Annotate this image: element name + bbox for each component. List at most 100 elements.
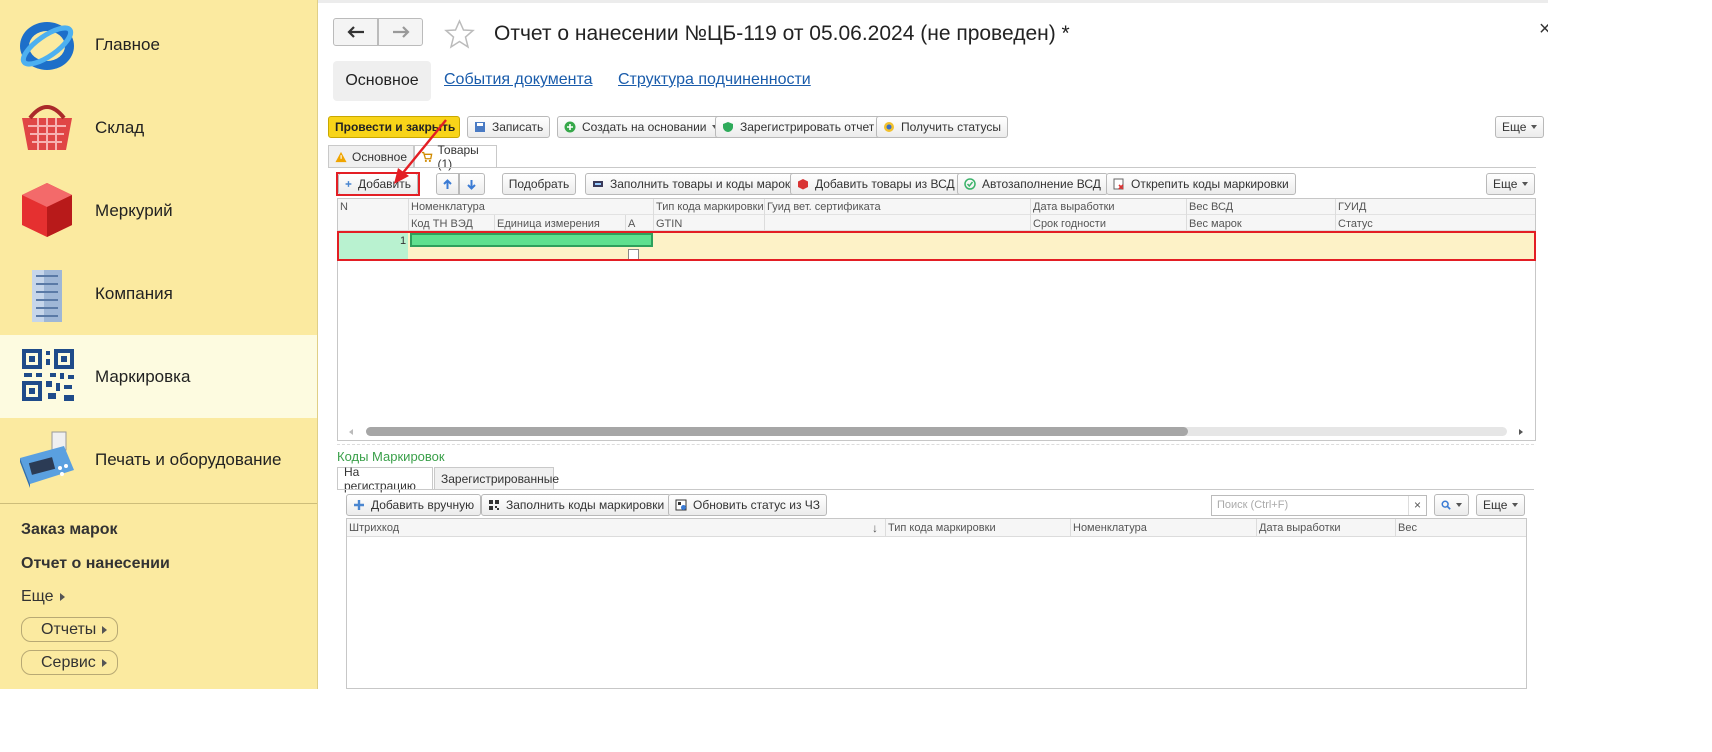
col-header-gtin[interactable]: GTIN — [656, 218, 682, 230]
add-vsd-label: Добавить товары из ВСД — [815, 177, 955, 191]
move-down-button[interactable] — [459, 173, 485, 195]
column-divider — [1395, 519, 1396, 537]
column-divider — [1256, 519, 1257, 537]
plus-icon — [354, 500, 364, 510]
col-header-code-type[interactable]: Тип кода маркировки — [888, 522, 996, 534]
sidebar-item-label: Главное — [95, 34, 160, 54]
cube-icon — [22, 183, 72, 237]
col-header-weight[interactable]: Вес — [1398, 522, 1417, 534]
col-header-unit[interactable]: Единица измерения — [497, 218, 600, 230]
plus-circle-icon — [564, 121, 576, 133]
autofill-vsd-button[interactable]: Автозаполнение ВСД — [957, 173, 1108, 195]
sidebar-divider — [0, 503, 317, 504]
col-header-nomenclature[interactable]: Номенклатура — [411, 201, 485, 213]
arrow-right-icon — [392, 26, 410, 38]
scroll-left-icon[interactable] — [347, 428, 355, 436]
chevron-down-icon — [1531, 125, 1538, 129]
update-status-button[interactable]: Обновить статус из ЧЗ — [668, 494, 828, 516]
col-header-code-type[interactable]: Тип кода маркировки — [656, 201, 764, 213]
goods-more-button[interactable]: Еще — [1486, 173, 1536, 195]
codes-section-title: Коды Маркировок — [337, 449, 445, 464]
search-button[interactable] — [1434, 494, 1469, 516]
detach-codes-label: Открепить коды маркировки — [1131, 177, 1289, 191]
fill-goods-button[interactable]: Заполнить товары и коды марок — [585, 173, 798, 195]
floppy-icon — [475, 122, 485, 132]
col-header-a[interactable]: А — [628, 218, 635, 230]
sidebar-reports-label: Отчеты — [41, 621, 97, 638]
arrow-down-icon — [467, 179, 476, 190]
get-statuses-button[interactable]: Получить статусы — [876, 116, 1008, 138]
sidebar-reports-button[interactable]: Отчеты — [21, 617, 118, 642]
column-divider — [885, 519, 886, 537]
back-button[interactable] — [333, 18, 378, 46]
col-header-marks-weight[interactable]: Вес марок — [1189, 218, 1242, 230]
sidebar-link-application-report[interactable]: Отчет о нанесении — [21, 555, 170, 573]
tab-main[interactable]: Основное — [333, 61, 431, 101]
goods-more-label: Еще — [1493, 177, 1518, 191]
tab-registered[interactable]: Зарегистрированные — [434, 467, 559, 490]
detach-codes-button[interactable]: Открепить коды маркировки — [1106, 173, 1296, 195]
tab-document-events[interactable]: События документа — [444, 71, 593, 89]
chevron-down-icon — [1456, 503, 1462, 507]
fill-goods-label: Заполнить товары и коды марок — [610, 177, 791, 191]
sidebar-item-print-equipment[interactable]: Печать и оборудование — [0, 418, 317, 501]
col-header-tnved[interactable]: Код ТН ВЭД — [411, 218, 473, 230]
qr-code-icon — [22, 349, 74, 401]
scrollbar-thumb[interactable] — [366, 427, 1188, 436]
sidebar-service-button[interactable]: Сервис — [21, 650, 118, 675]
update-status-label: Обновить статус из ЧЗ — [693, 498, 821, 512]
sort-down-icon[interactable]: ↓ — [872, 521, 878, 535]
sidebar-item-mercury[interactable]: Меркурий — [0, 169, 317, 252]
sidebar-item-marking[interactable]: Маркировка — [0, 335, 317, 418]
sidebar-item-main[interactable]: Главное — [0, 3, 317, 86]
add-vsd-button[interactable]: Добавить товары из ВСД — [790, 173, 962, 195]
scroll-right-icon[interactable] — [1517, 428, 1525, 436]
col-header-production-date[interactable]: Дата выработки — [1259, 522, 1341, 534]
col-header-nomenclature[interactable]: Номенклатура — [1073, 522, 1147, 534]
logo-icon — [20, 22, 74, 70]
save-label: Записать — [492, 120, 544, 134]
box-icon — [798, 179, 808, 190]
sidebar-item-warehouse[interactable]: Склад — [0, 86, 317, 169]
register-report-button[interactable]: Зарегистрировать отчет — [715, 116, 882, 138]
add-manual-button[interactable]: Добавить вручную — [346, 494, 482, 516]
codes-more-button[interactable]: Еще — [1476, 494, 1526, 516]
more-button[interactable]: Еще — [1495, 116, 1545, 138]
add-manual-label: Добавить вручную — [371, 498, 475, 512]
col-header-guid[interactable]: ГУИД — [1338, 201, 1366, 213]
chevron-right-icon — [101, 658, 107, 667]
col-header-vsd-weight[interactable]: Вес ВСД — [1189, 201, 1233, 213]
sidebar-link-order-marks[interactable]: Заказ марок — [21, 521, 118, 539]
sidebar-item-label: Меркурий — [95, 200, 173, 220]
page-title: Отчет о нанесении №ЦБ-119 от 05.06.2024 … — [494, 22, 1070, 45]
section-divider — [337, 444, 1534, 445]
forward-button[interactable] — [378, 18, 423, 46]
col-header-status[interactable]: Статус — [1338, 218, 1373, 230]
clear-search-icon[interactable]: × — [1408, 496, 1426, 515]
create-based-on-button[interactable]: Создать на основании — [557, 116, 725, 138]
check-circle-icon — [964, 178, 976, 190]
delete-list-icon — [1113, 178, 1124, 190]
chevron-right-icon — [59, 592, 65, 601]
sidebar-item-label: Склад — [95, 117, 145, 137]
save-button[interactable]: Записать — [467, 116, 551, 138]
col-header-production-date[interactable]: Дата выработки — [1033, 201, 1115, 213]
sidebar-item-company[interactable]: Компания — [0, 252, 317, 335]
annotation-arrow-icon — [394, 119, 447, 184]
sidebar: Главное Склад Меркурий Компания Маркиров… — [0, 0, 318, 689]
tab-for-registration[interactable]: На регистрацию — [337, 465, 433, 493]
pick-button[interactable]: Подобрать — [502, 173, 576, 195]
col-header-expiry[interactable]: Срок годности — [1033, 218, 1106, 230]
fill-codes-label: Заполнить коды маркировки — [506, 498, 665, 512]
autofill-vsd-label: Автозаполнение ВСД — [982, 177, 1101, 191]
search-input[interactable]: Поиск (Ctrl+F) — [1211, 495, 1427, 516]
tab-subordination-structure[interactable]: Структура подчиненности — [618, 71, 811, 89]
fill-codes-button[interactable]: Заполнить коды маркировки — [481, 494, 672, 516]
col-header-n[interactable]: N — [340, 201, 348, 213]
qr-update-icon — [675, 499, 687, 511]
star-icon[interactable] — [444, 19, 475, 49]
col-header-vet-cert-guid[interactable]: Гуид вет. сертификата — [767, 201, 881, 213]
sidebar-more[interactable]: Еще — [21, 588, 65, 606]
window-edge — [1548, 0, 1568, 689]
col-header-barcode[interactable]: Штрихкод — [349, 522, 399, 534]
